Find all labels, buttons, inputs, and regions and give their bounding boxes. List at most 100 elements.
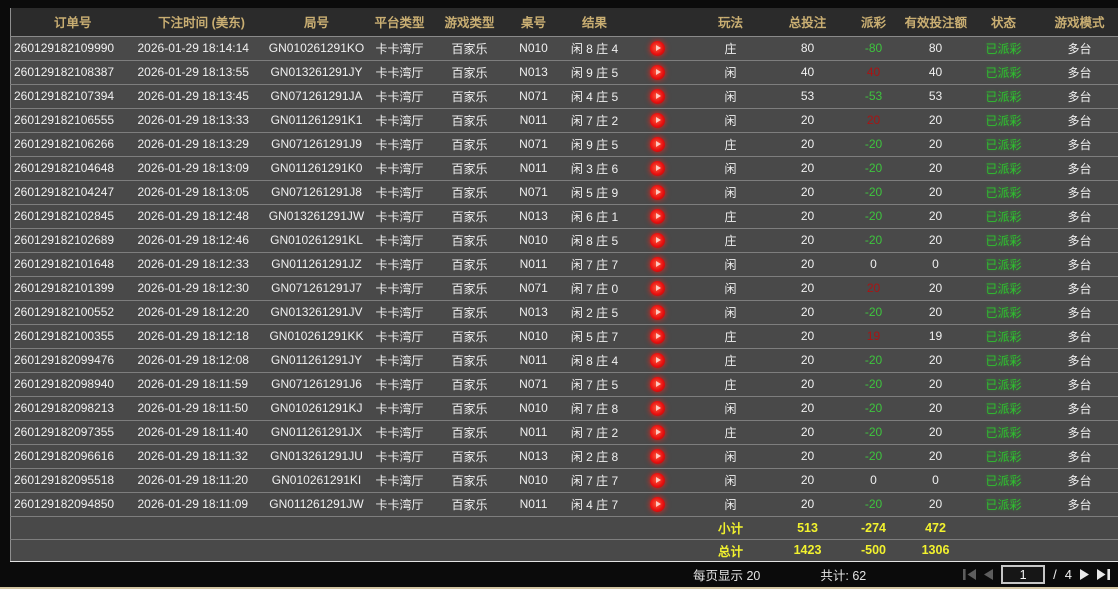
valid-bet-cell: 20 bbox=[905, 204, 967, 228]
table-row: 2601291821005522026-01-29 18:12:20GN0132… bbox=[11, 300, 1118, 324]
play-video-icon[interactable] bbox=[650, 425, 665, 440]
bet-time-cell: 2026-01-29 18:12:08 bbox=[135, 348, 269, 372]
payout-cell: 20 bbox=[843, 276, 905, 300]
bet-time-cell: 2026-01-29 18:11:50 bbox=[135, 396, 269, 420]
result-cell: 闲 3 庄 6 bbox=[563, 156, 627, 180]
table-no-cell: N013 bbox=[505, 444, 563, 468]
table-no-cell: N013 bbox=[505, 60, 563, 84]
total-bet-cell: 20 bbox=[773, 300, 843, 324]
round-no-cell: GN010261291KO bbox=[269, 36, 365, 60]
total-bet-cell: 20 bbox=[773, 396, 843, 420]
payout-cell: -20 bbox=[843, 204, 905, 228]
page-number-input[interactable] bbox=[1001, 565, 1045, 584]
game-type-cell: 百家乐 bbox=[435, 252, 505, 276]
play-video-icon[interactable] bbox=[650, 209, 665, 224]
replay-cell bbox=[627, 396, 689, 420]
play-video-icon[interactable] bbox=[650, 65, 665, 80]
play-video-icon[interactable] bbox=[650, 497, 665, 512]
result-cell: 闲 5 庄 7 bbox=[563, 324, 627, 348]
valid-bet-cell: 20 bbox=[905, 492, 967, 516]
play-type-cell: 闲 bbox=[689, 60, 773, 84]
play-video-icon[interactable] bbox=[650, 137, 665, 152]
platform-cell: 卡卡湾厅 bbox=[365, 228, 435, 252]
play-type-cell: 闲 bbox=[689, 276, 773, 300]
game-type-cell: 百家乐 bbox=[435, 108, 505, 132]
table-no-cell: N011 bbox=[505, 252, 563, 276]
bet-records-screen: { "table": { "headers": ["订单号", "下注时间 (美… bbox=[0, 0, 1118, 589]
round-no-cell: GN011261291K1 bbox=[269, 108, 365, 132]
play-type-cell: 闲 bbox=[689, 108, 773, 132]
play-video-icon[interactable] bbox=[650, 161, 665, 176]
play-video-icon[interactable] bbox=[650, 257, 665, 272]
pagination-next-button[interactable] bbox=[1080, 569, 1089, 580]
total-bet-cell: 20 bbox=[773, 420, 843, 444]
game-type-cell: 百家乐 bbox=[435, 372, 505, 396]
grand-total-row-label: 总计 bbox=[689, 539, 773, 562]
col-header-order-no: 订单号 bbox=[11, 8, 135, 36]
pagination-prev-button[interactable] bbox=[984, 569, 993, 580]
bet-time-cell: 2026-01-29 18:13:45 bbox=[135, 84, 269, 108]
col-header-total-bet: 总投注 bbox=[773, 8, 843, 36]
replay-cell bbox=[627, 372, 689, 396]
play-type-cell: 庄 bbox=[689, 348, 773, 372]
result-cell: 闲 7 庄 7 bbox=[563, 252, 627, 276]
table-no-cell: N011 bbox=[505, 156, 563, 180]
col-header-platform: 平台类型 bbox=[365, 8, 435, 36]
mode-cell: 多台 bbox=[1041, 348, 1118, 372]
replay-cell bbox=[627, 108, 689, 132]
table-no-cell: N010 bbox=[505, 36, 563, 60]
status-cell: 已派彩 bbox=[967, 252, 1041, 276]
platform-cell: 卡卡湾厅 bbox=[365, 396, 435, 420]
play-type-cell: 闲 bbox=[689, 444, 773, 468]
play-video-icon[interactable] bbox=[650, 329, 665, 344]
mode-cell: 多台 bbox=[1041, 84, 1118, 108]
play-video-icon[interactable] bbox=[650, 233, 665, 248]
play-video-icon[interactable] bbox=[650, 377, 665, 392]
play-video-icon[interactable] bbox=[650, 401, 665, 416]
game-type-cell: 百家乐 bbox=[435, 420, 505, 444]
status-cell: 已派彩 bbox=[967, 132, 1041, 156]
order-no-cell: 260129182104247 bbox=[11, 180, 135, 204]
mode-cell: 多台 bbox=[1041, 468, 1118, 492]
valid-bet-cell: 0 bbox=[905, 468, 967, 492]
result-cell: 闲 5 庄 9 bbox=[563, 180, 627, 204]
mode-cell: 多台 bbox=[1041, 36, 1118, 60]
play-video-icon[interactable] bbox=[650, 113, 665, 128]
play-video-icon[interactable] bbox=[650, 473, 665, 488]
round-no-cell: GN071261291J6 bbox=[269, 372, 365, 396]
game-type-cell: 百家乐 bbox=[435, 60, 505, 84]
order-no-cell: 260129182106266 bbox=[11, 132, 135, 156]
platform-cell: 卡卡湾厅 bbox=[365, 444, 435, 468]
payout-cell: 19 bbox=[843, 324, 905, 348]
payout-cell: 0 bbox=[843, 468, 905, 492]
total-bet-cell: 80 bbox=[773, 36, 843, 60]
bet-records-table: 订单号 下注时间 (美东) 局号 平台类型 游戏类型 桌号 结果 玩法 总投注 … bbox=[10, 8, 1118, 563]
valid-bet-cell: 20 bbox=[905, 228, 967, 252]
platform-cell: 卡卡湾厅 bbox=[365, 60, 435, 84]
round-no-cell: GN071261291JA bbox=[269, 84, 365, 108]
col-header-valid-bet: 有效投注额 bbox=[905, 8, 967, 36]
play-video-icon[interactable] bbox=[650, 305, 665, 320]
total-bet-cell: 20 bbox=[773, 252, 843, 276]
bet-time-cell: 2026-01-29 18:12:18 bbox=[135, 324, 269, 348]
play-video-icon[interactable] bbox=[650, 89, 665, 104]
valid-bet-cell: 80 bbox=[905, 36, 967, 60]
play-video-icon[interactable] bbox=[650, 41, 665, 56]
play-video-icon[interactable] bbox=[650, 449, 665, 464]
play-video-icon[interactable] bbox=[650, 185, 665, 200]
play-video-icon[interactable] bbox=[650, 353, 665, 368]
pagination-first-button[interactable] bbox=[963, 569, 976, 580]
result-cell: 闲 2 庄 5 bbox=[563, 300, 627, 324]
pagination-last-button[interactable] bbox=[1097, 569, 1110, 580]
mode-cell: 多台 bbox=[1041, 252, 1118, 276]
play-type-cell: 闲 bbox=[689, 492, 773, 516]
platform-cell: 卡卡湾厅 bbox=[365, 84, 435, 108]
page-separator: / bbox=[1053, 567, 1057, 582]
replay-cell bbox=[627, 156, 689, 180]
play-video-icon[interactable] bbox=[650, 281, 665, 296]
play-type-cell: 闲 bbox=[689, 156, 773, 180]
order-no-cell: 260129182108387 bbox=[11, 60, 135, 84]
table-row: 2601291820948502026-01-29 18:11:09GN0112… bbox=[11, 492, 1118, 516]
order-no-cell: 260129182094850 bbox=[11, 492, 135, 516]
replay-cell bbox=[627, 444, 689, 468]
